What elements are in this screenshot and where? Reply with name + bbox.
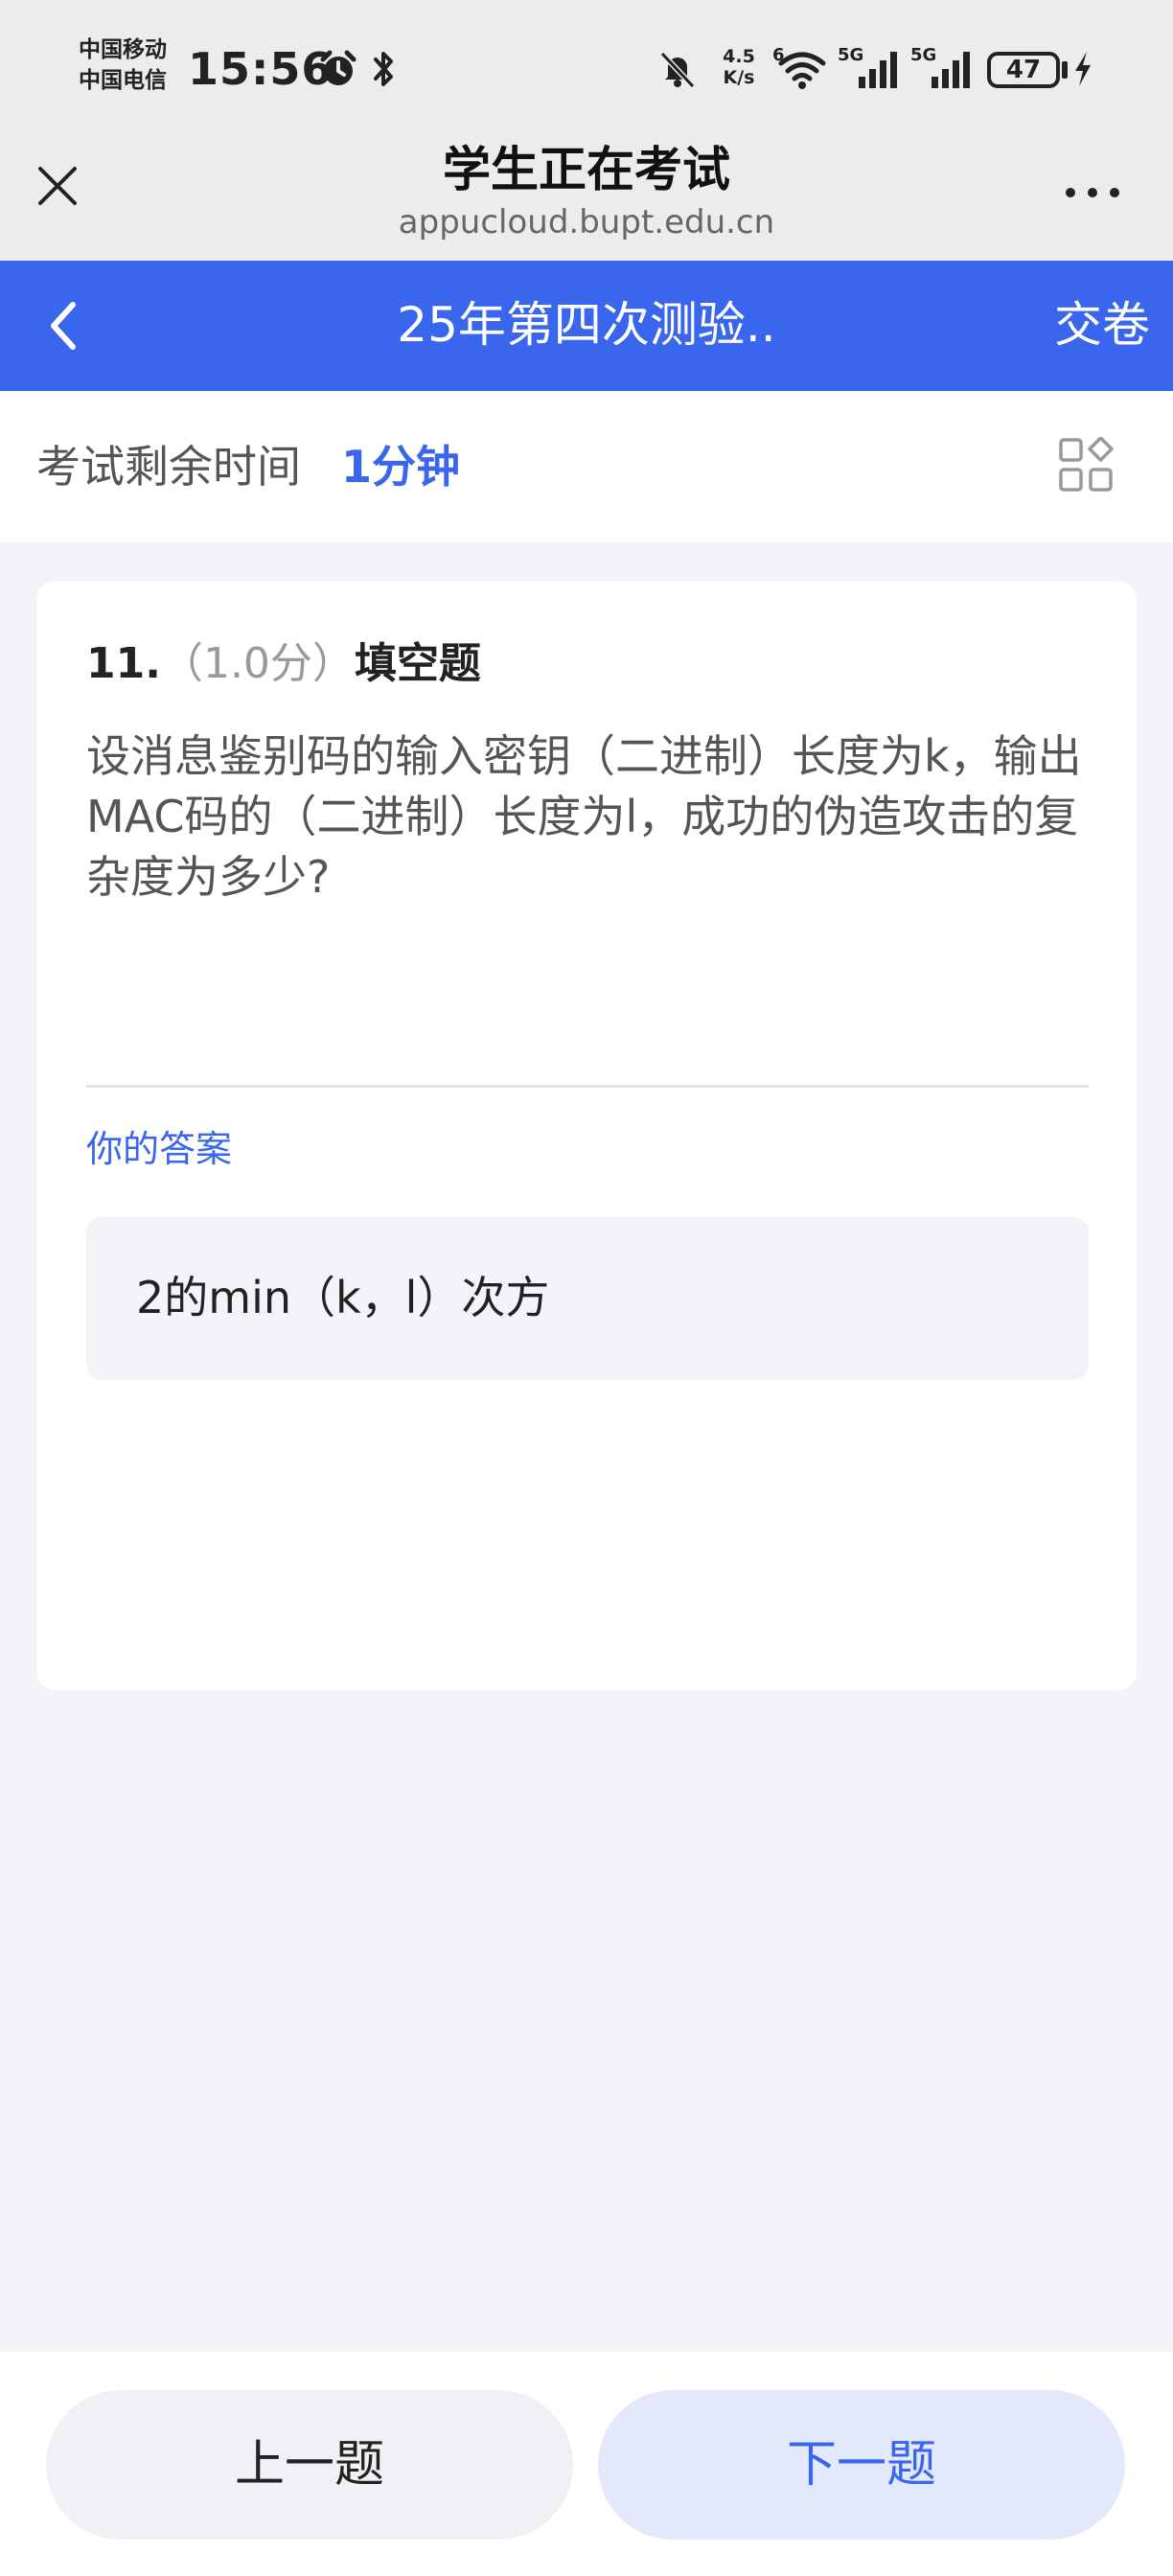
question-card: 11.（1.0分）填空题 设消息鉴别码的输入密钥（二进制）长度为k，输出MAC码…	[36, 581, 1137, 1690]
net-speed-value: 4.5	[723, 46, 755, 67]
answer-label: 你的答案	[86, 1128, 233, 1170]
wifi-badge: 6	[772, 45, 785, 65]
timer-row: 考试剩余时间 1分钟	[0, 391, 1173, 542]
exam-page: 中国移动 中国电信 15:56 4.5 K/s 6 5G 5G 47 学生正在考…	[0, 0, 1173, 2576]
battery-icon: 47	[987, 52, 1060, 88]
question-type: 填空题	[354, 639, 481, 688]
signal-1-label: 5G	[838, 45, 864, 65]
more-dot-icon	[1088, 188, 1097, 197]
page-domain: appucloud.bupt.edu.cn	[398, 203, 775, 242]
net-speed: 4.5 K/s	[715, 46, 763, 88]
status-bar: 中国移动 中国电信 15:56 4.5 K/s 6 5G 5G 47	[0, 0, 1173, 134]
more-dot-icon	[1110, 188, 1119, 197]
answer-sheet-grid-icon[interactable]	[1058, 436, 1114, 493]
charging-icon	[1070, 46, 1096, 92]
carrier-1: 中国移动	[79, 37, 167, 62]
question-score: （1.0分）	[160, 639, 355, 688]
mute-icon	[654, 46, 702, 92]
back-arrow-icon[interactable]	[40, 295, 98, 356]
wifi-icon: 6	[772, 46, 832, 92]
close-icon[interactable]	[29, 157, 86, 215]
bluetooth-icon	[366, 46, 401, 92]
net-speed-unit: K/s	[723, 67, 755, 88]
previous-question-button[interactable]: 上一题	[46, 2390, 573, 2540]
browser-title-bar: 学生正在考试 appucloud.bupt.edu.cn	[0, 134, 1173, 261]
signal-icon-2: 5G	[910, 46, 976, 92]
next-question-button[interactable]: 下一题	[598, 2390, 1125, 2540]
answer-value: 2的min（k，l）次方	[136, 1272, 550, 1323]
more-options-button[interactable]	[1054, 178, 1131, 207]
carrier-names: 中国移动 中国电信	[79, 34, 184, 96]
carrier-2: 中国电信	[79, 68, 167, 93]
battery-nub	[1062, 61, 1068, 79]
answer-field[interactable]: 2的min（k，l）次方	[86, 1217, 1089, 1380]
remaining-time-label: 考试剩余时间	[36, 441, 301, 493]
bottom-nav: 上一题 下一题	[0, 2352, 1173, 2576]
signal-icon-1: 5G	[838, 46, 903, 92]
alarm-icon	[314, 46, 362, 92]
page-title: 学生正在考试	[443, 142, 730, 197]
submit-exam-button[interactable]: 交卷	[1006, 293, 1150, 356]
more-dot-icon	[1066, 188, 1075, 197]
question-text: 设消息鉴别码的输入密钥（二进制）长度为k，输出MAC码的（二进制）长度为l，成功…	[86, 730, 1082, 903]
question-header: 11.（1.0分）填空题	[86, 634, 481, 694]
divider	[86, 1085, 1089, 1088]
status-time: 15:56	[188, 43, 334, 95]
remaining-time-value: 1分钟	[341, 441, 461, 493]
signal-2-label: 5G	[910, 45, 937, 65]
exam-title: 25年第四次测验..	[397, 297, 776, 353]
question-number: 11.	[86, 639, 161, 688]
exam-header: 25年第四次测验.. 交卷	[0, 261, 1173, 391]
